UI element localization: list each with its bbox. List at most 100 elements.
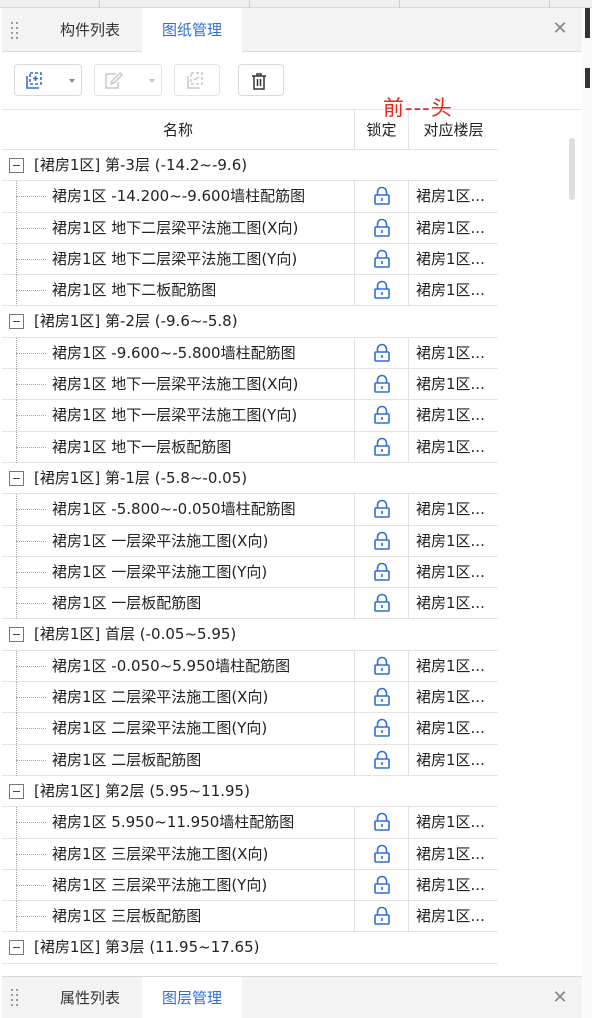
collapse-toggle-icon[interactable] [9,158,24,173]
floor-cell[interactable]: 裙房1区... [408,431,498,463]
lock-icon [374,406,390,425]
floor-cell[interactable]: 裙房1区... [408,243,498,275]
lock-cell[interactable] [354,369,408,401]
table-row[interactable]: 裙房1区 5.950~11.950墙柱配筋图 裙房1区... [2,807,498,839]
lock-cell[interactable] [354,494,408,526]
lock-cell[interactable] [354,243,408,275]
tab-property-list[interactable]: 属性列表 [40,977,140,1018]
tree-connector [16,509,46,511]
collapse-toggle-icon[interactable] [9,470,24,486]
close-icon[interactable]: ✕ [550,19,570,39]
floor-cell[interactable]: 裙房1区... [408,713,498,745]
tree-group-row[interactable]: [裙房1区] 第-3层 (-14.2~-9.6) [2,150,498,182]
lock-cell[interactable] [354,744,408,776]
vertical-scrollbar[interactable] [562,110,582,976]
table-row[interactable]: 裙房1区 二层梁平法施工图(X向) 裙房1区... [2,682,498,714]
floor-cell[interactable]: 裙房1区... [408,807,498,839]
lock-cell[interactable] [354,838,408,870]
lock-cell[interactable] [354,181,408,213]
lock-cell[interactable] [354,650,408,682]
tab-drawing-management[interactable]: 图纸管理 [142,8,242,52]
lock-cell[interactable] [354,337,408,369]
drawing-name: 裙房1区 地下二板配筋图 [52,281,217,300]
lock-icon [374,531,390,550]
floor-cell[interactable]: 裙房1区... [408,901,498,933]
floor-cell[interactable]: 裙房1区... [408,275,498,307]
floor-cell[interactable]: 裙房1区... [408,369,498,401]
table-row[interactable]: 裙房1区 地下二板配筋图 裙房1区... [2,275,498,307]
lock-cell[interactable] [354,212,408,244]
floor-cell[interactable]: 裙房1区... [408,744,498,776]
floor-cell[interactable]: 裙房1区... [408,588,498,620]
tree-group-row[interactable]: [裙房1区] 第-1层 (-5.8~-0.05) [2,463,498,495]
table-row[interactable]: 裙房1区 地下一层梁平法施工图(X向) 裙房1区... [2,369,498,401]
floor-cell[interactable]: 裙房1区... [408,525,498,557]
lock-cell[interactable] [354,713,408,745]
lock-icon [374,656,390,675]
table-row[interactable]: 裙房1区 一层梁平法施工图(Y向) 裙房1区... [2,556,498,589]
floor-cell[interactable]: 裙房1区... [408,400,498,432]
drawing-management-panel: 构件列表 图纸管理 ✕ 前---头 名称 锁定 对应楼层 [裙房1区] 第-3层… [2,8,582,976]
lock-cell[interactable] [354,807,408,839]
floor-cell[interactable]: 裙房1区... [408,869,498,901]
table-row[interactable]: 裙房1区 二层梁平法施工图(Y向) 裙房1区... [2,713,498,745]
lock-icon [374,812,390,832]
table-row[interactable]: 裙房1区 三层板配筋图 裙房1区... [2,901,498,933]
lock-cell[interactable] [354,525,408,557]
scrollbar-thumb[interactable] [569,138,575,200]
tab-layer-management[interactable]: 图层管理 [142,977,242,1018]
table-row[interactable]: 裙房1区 地下二层梁平法施工图(X向) 裙房1区... [2,212,498,244]
floor-cell[interactable]: 裙房1区... [408,494,498,526]
tree-group-row[interactable]: [裙房1区] 首层 (-0.05~5.95) [2,619,498,651]
table-row[interactable]: 裙房1区 二层板配筋图 裙房1区... [2,744,498,776]
tree-connector [16,603,46,605]
collapse-toggle-icon[interactable] [9,627,24,643]
split-drawing-button[interactable] [174,64,220,96]
lock-cell[interactable] [354,556,408,588]
floor-cell[interactable]: 裙房1区... [408,181,498,213]
collapse-toggle-icon[interactable] [9,314,24,330]
table-row[interactable]: 裙房1区 -5.800~-0.050墙柱配筋图 裙房1区... [2,494,498,526]
floor-cell[interactable]: 裙房1区... [408,337,498,369]
collapse-toggle-icon[interactable] [9,783,24,799]
table-row[interactable]: 裙房1区 三层梁平法施工图(X向) 裙房1区... [2,838,498,870]
table-row[interactable]: 裙房1区 地下一层板配筋图 裙房1区... [2,431,498,463]
floor-cell[interactable]: 裙房1区... [408,838,498,870]
column-header-lock[interactable]: 锁定 [354,110,408,150]
chevron-down-icon[interactable] [69,79,75,83]
table-row[interactable]: 裙房1区 地下一层梁平法施工图(Y向) 裙房1区... [2,400,498,432]
table-row[interactable]: 裙房1区 一层板配筋图 裙房1区... [2,588,498,620]
table-row[interactable]: 裙房1区 -14.200~-9.600墙柱配筋图 裙房1区... [2,181,498,213]
table-row[interactable]: 裙房1区 地下二层梁平法施工图(Y向) 裙房1区... [2,243,498,276]
tree-group-row[interactable]: [裙房1区] 第2层 (5.95~11.95) [2,776,498,808]
lock-cell[interactable] [354,588,408,620]
split-drawing-icon [187,72,203,89]
floor-cell[interactable]: 裙房1区... [408,682,498,714]
lock-cell[interactable] [354,275,408,307]
add-drawing-button[interactable] [14,64,82,96]
lock-cell[interactable] [354,400,408,432]
delete-button[interactable] [238,64,284,96]
floor-cell[interactable]: 裙房1区... [408,556,498,588]
lock-cell[interactable] [354,682,408,714]
chevron-down-icon[interactable] [149,79,155,83]
table-row[interactable]: 裙房1区 -9.600~-5.800墙柱配筋图 裙房1区... [2,337,498,370]
drag-handle-icon[interactable] [11,989,19,1007]
collapse-toggle-icon[interactable] [9,940,24,956]
drag-handle-icon[interactable] [11,22,19,40]
floor-cell[interactable]: 裙房1区... [408,212,498,244]
column-header-floor[interactable]: 对应楼层 [408,110,498,150]
lock-cell[interactable] [354,869,408,901]
lock-cell[interactable] [354,901,408,933]
floor-cell[interactable]: 裙房1区... [408,650,498,682]
table-row[interactable]: 裙房1区 -0.050~5.950墙柱配筋图 裙房1区... [2,650,498,683]
table-row[interactable]: 裙房1区 三层梁平法施工图(Y向) 裙房1区... [2,869,498,902]
lock-cell[interactable] [354,431,408,463]
column-header-name[interactable]: 名称 [2,110,354,150]
table-row[interactable]: 裙房1区 一层梁平法施工图(X向) 裙房1区... [2,525,498,557]
tree-group-row[interactable]: [裙房1区] 第-2层 (-9.6~-5.8) [2,306,498,338]
edit-drawing-button[interactable] [94,64,162,96]
tree-group-row[interactable]: [裙房1区] 第3层 (11.95~17.65) [2,932,498,964]
close-icon[interactable]: ✕ [550,988,570,1008]
tab-component-list[interactable]: 构件列表 [40,8,140,52]
